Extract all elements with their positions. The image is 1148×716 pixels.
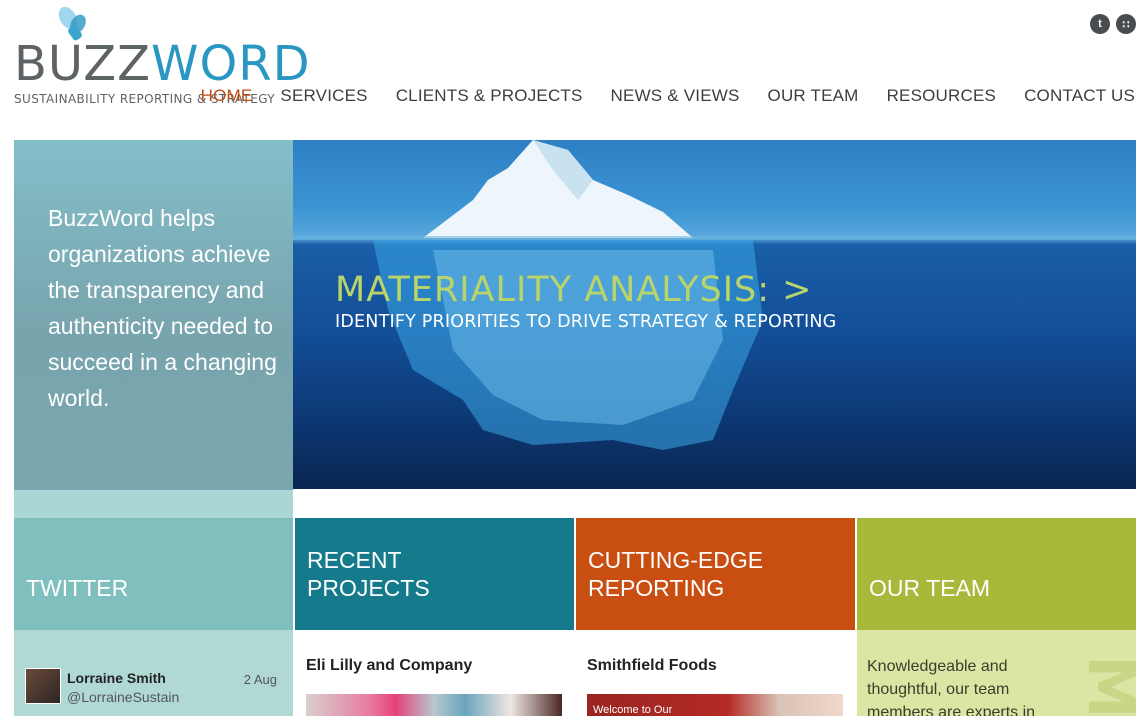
main-nav: HOME SERVICES CLIENTS & PROJECTS NEWS & …: [201, 86, 1135, 106]
hero-intro-panel: BuzzWord helps organizations achieve the…: [14, 140, 293, 518]
tweet-panel: Lorraine Smith @LorraineSustain 2 Aug: [14, 630, 293, 716]
nav-news-views[interactable]: NEWS & VIEWS: [611, 86, 740, 106]
slide-title: MATERIALITY ANALYSIS: >: [335, 270, 813, 310]
reporting-project-image[interactable]: Welcome to Our: [587, 694, 843, 716]
cutting-edge-reporting-tile[interactable]: CUTTING-EDGE REPORTING: [576, 518, 855, 630]
avatar[interactable]: [25, 668, 61, 704]
nav-services[interactable]: SERVICES: [280, 86, 367, 106]
recent-projects-tile[interactable]: RECENT PROJECTS: [295, 518, 574, 630]
recent-project-title[interactable]: Eli Lilly and Company: [306, 657, 472, 675]
reporting-panel: Smithfield Foods Welcome to Our: [576, 630, 855, 716]
slide-subtitle: IDENTIFY PRIORITIES TO DRIVE STRATEGY & …: [335, 312, 837, 332]
cutting-edge-heading: CUTTING-EDGE REPORTING: [588, 547, 764, 601]
team-panel: Knowledgeable and thoughtful, our team m…: [857, 630, 1136, 716]
hero-intro-text: BuzzWord helps organizations achieve the…: [48, 205, 277, 411]
nav-our-team[interactable]: OUR TEAM: [768, 86, 859, 106]
twitter-heading: TWITTER: [26, 575, 129, 601]
reporting-image-caption: Welcome to Our: [593, 704, 673, 716]
hero-slide[interactable]: MATERIALITY ANALYSIS: > IDENTIFY PRIORIT…: [293, 140, 1136, 489]
social-links: t ∷: [1090, 14, 1136, 34]
recent-project-image[interactable]: [306, 694, 562, 716]
team-blurb: Knowledgeable and thoughtful, our team m…: [867, 658, 1036, 716]
our-team-tile[interactable]: OUR TEAM: [857, 518, 1136, 630]
nav-contact-us[interactable]: CONTACT US: [1024, 86, 1135, 106]
tweet-date[interactable]: 2 Aug: [244, 672, 277, 687]
logo-word: WORD: [150, 36, 311, 92]
recent-project-panel: Eli Lilly and Company: [295, 630, 574, 716]
twitter-tile[interactable]: TWITTER: [14, 518, 293, 630]
nav-home[interactable]: HOME: [201, 86, 253, 106]
team-watermark: M: [1073, 655, 1136, 716]
reporting-project-title[interactable]: Smithfield Foods: [587, 657, 717, 675]
logo-buzz: BUZZ: [14, 36, 151, 92]
logo-wordmark: BUZZWORD: [14, 40, 311, 88]
nav-clients-projects[interactable]: CLIENTS & PROJECTS: [396, 86, 583, 106]
tweet-author-name[interactable]: Lorraine Smith: [67, 670, 166, 686]
recent-projects-heading: RECENT PROJECTS: [307, 547, 430, 601]
rss-icon[interactable]: ∷: [1116, 14, 1136, 34]
twitter-icon[interactable]: t: [1090, 14, 1110, 34]
tweet-author-handle[interactable]: @LorraineSustain: [67, 689, 179, 705]
our-team-heading: OUR TEAM: [869, 575, 990, 601]
nav-resources[interactable]: RESOURCES: [887, 86, 997, 106]
